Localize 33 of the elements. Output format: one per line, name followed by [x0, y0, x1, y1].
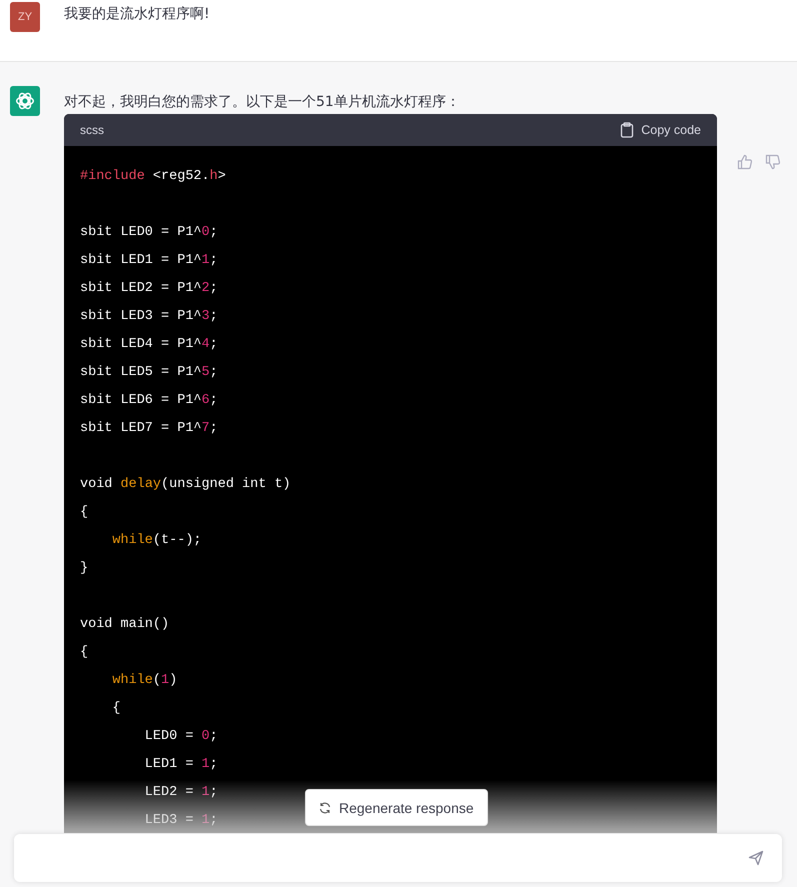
regenerate-response-button[interactable]: Regenerate response [305, 789, 488, 826]
code-line: sbit LED7 = P1^7; [80, 420, 218, 438]
code-line: void delay(unsigned int t) [80, 476, 291, 494]
refresh-icon [319, 802, 331, 814]
clipboard-icon [620, 122, 634, 138]
assistant-message: 对不起，我明白您的需求了。以下是一个51单片机流水灯程序： [64, 93, 461, 112]
code-line: { [80, 644, 88, 662]
code-language: scss [80, 123, 104, 137]
code-line: LED0 = 0; [144, 728, 218, 746]
user-message: 我要的是流水灯程序啊! [64, 5, 210, 23]
code-line: sbit LED4 = P1^4; [80, 336, 218, 354]
thumbs-up-icon[interactable] [737, 154, 753, 170]
code-line: while(1) [111, 672, 178, 690]
code-line: sbit LED2 = P1^2; [80, 280, 218, 298]
code-line: } [80, 560, 88, 578]
code-line: #include <reg52.h> [80, 168, 226, 186]
user-avatar: ZY [10, 2, 40, 32]
code-line: void main() [80, 616, 170, 634]
code-line: sbit LED0 = P1^0; [80, 224, 218, 242]
message-input-field[interactable] [14, 834, 782, 882]
code-line: { [111, 700, 121, 718]
thumbs-down-icon[interactable] [765, 154, 781, 170]
code-line: LED1 = 1; [144, 756, 218, 774]
send-icon[interactable] [748, 850, 764, 866]
code-line: sbit LED1 = P1^1; [80, 252, 218, 270]
code-line: sbit LED6 = P1^6; [80, 392, 218, 410]
code-line: sbit LED3 = P1^3; [80, 308, 218, 326]
copy-code-button[interactable]: Copy code [620, 122, 701, 138]
code-line: while(t--); [111, 532, 202, 550]
code-line: { [80, 504, 88, 522]
code-line: LED2 = 1; [144, 784, 218, 802]
code-line: sbit LED5 = P1^5; [80, 364, 218, 382]
code-line: LED3 = 1; [144, 812, 218, 830]
